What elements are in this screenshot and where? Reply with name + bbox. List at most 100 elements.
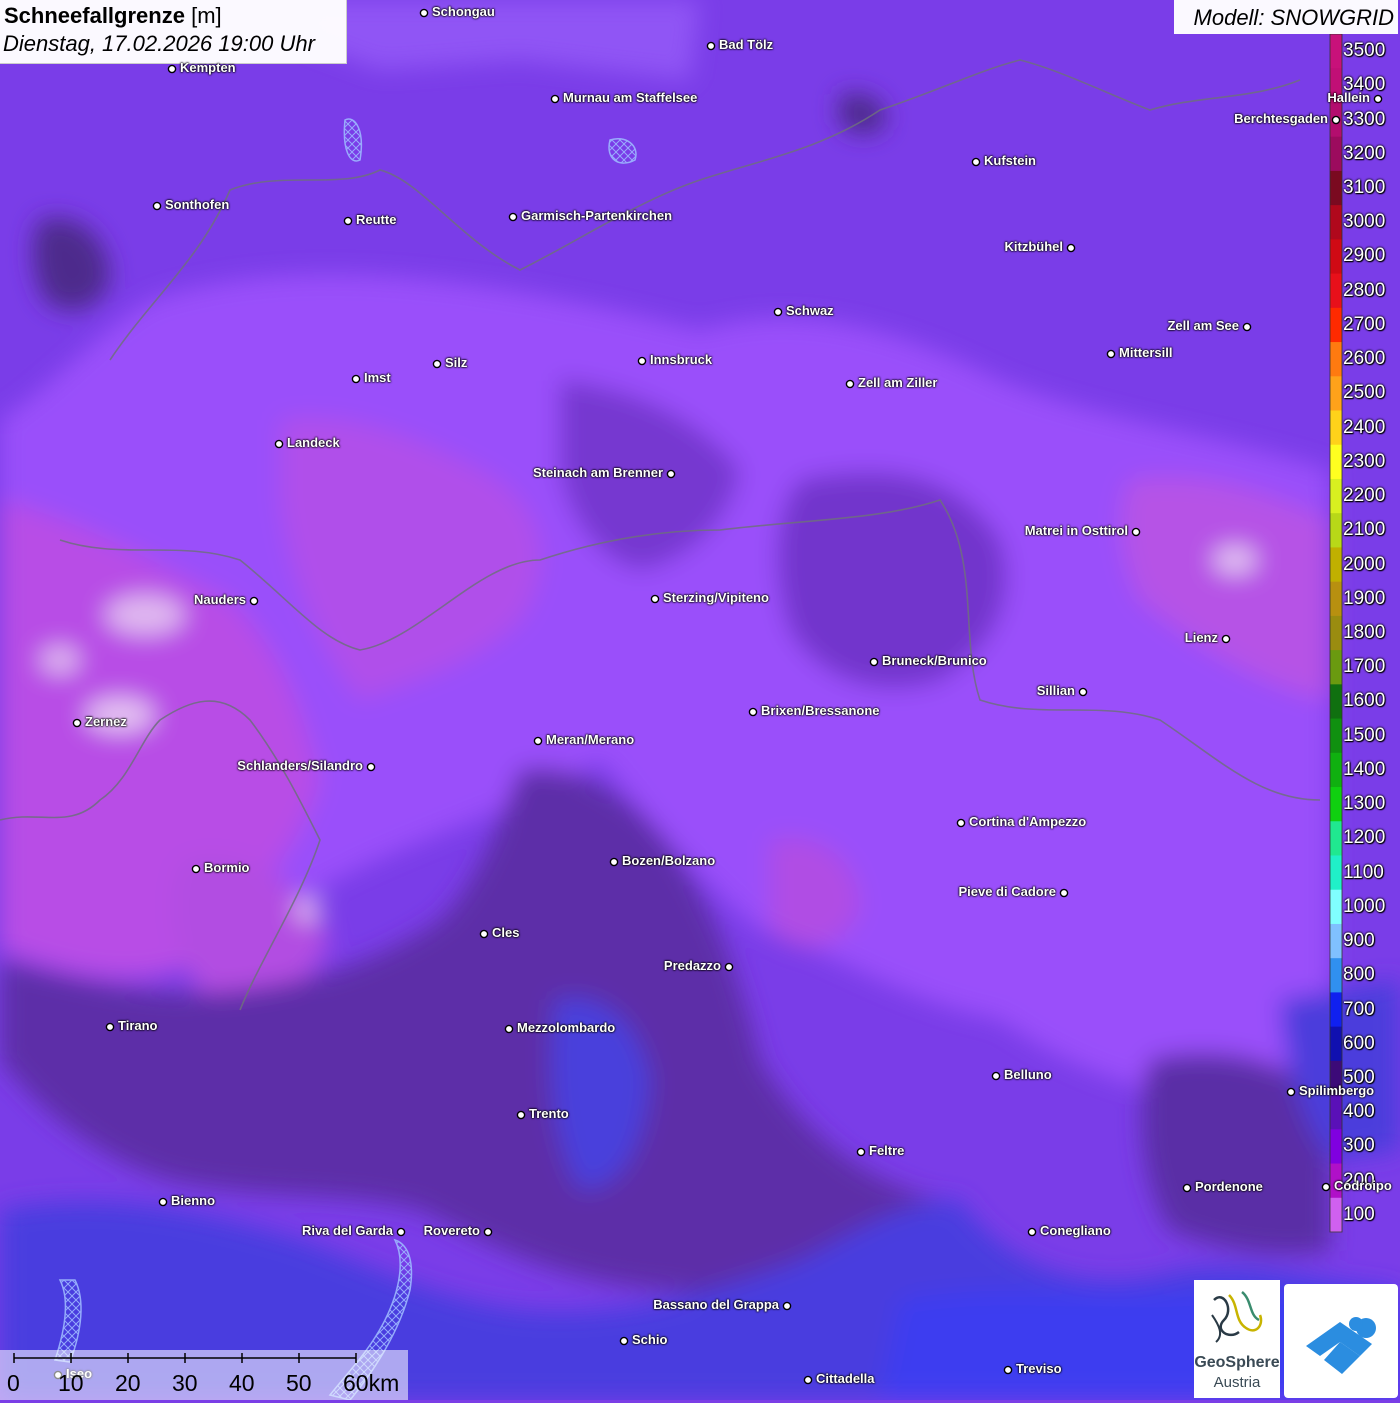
- city-label[interactable]: Innsbruck: [650, 353, 712, 367]
- city-label[interactable]: Imst: [364, 371, 391, 385]
- city-label[interactable]: Brixen/Bressanone: [761, 704, 880, 718]
- city-label[interactable]: Conegliano: [1040, 1224, 1111, 1238]
- city-label[interactable]: Kitzbühel: [1005, 240, 1064, 254]
- city-marker[interactable]: [869, 657, 879, 667]
- city-label[interactable]: Bienno: [171, 1194, 215, 1208]
- city-label[interactable]: Treviso: [1016, 1362, 1062, 1376]
- city-label[interactable]: Sterzing/Vipiteno: [663, 591, 769, 605]
- city-label[interactable]: Nauders: [194, 593, 246, 607]
- city-marker[interactable]: [1027, 1227, 1037, 1237]
- city-marker[interactable]: [479, 929, 489, 939]
- city-label[interactable]: Murnau am Staffelsee: [563, 91, 697, 105]
- city-marker[interactable]: [1059, 888, 1069, 898]
- city-label[interactable]: Zell am Ziller: [858, 376, 937, 390]
- city-marker[interactable]: [666, 469, 676, 479]
- city-label[interactable]: Pieve di Cadore: [958, 885, 1056, 899]
- city-marker[interactable]: [1106, 349, 1116, 359]
- city-label[interactable]: Bozen/Bolzano: [622, 854, 715, 868]
- city-marker[interactable]: [1182, 1183, 1192, 1193]
- city-label[interactable]: Zell am See: [1167, 319, 1239, 333]
- city-marker[interactable]: [508, 212, 518, 222]
- app-logo[interactable]: [1284, 1284, 1398, 1398]
- city-marker[interactable]: [724, 962, 734, 972]
- city-marker[interactable]: [504, 1024, 514, 1034]
- city-label[interactable]: Sillian: [1037, 684, 1075, 698]
- city-marker[interactable]: [845, 379, 855, 389]
- city-label[interactable]: Mezzolombardo: [517, 1021, 615, 1035]
- city-marker[interactable]: [483, 1227, 493, 1237]
- city-label[interactable]: Bassano del Grappa: [653, 1298, 779, 1312]
- city-marker[interactable]: [1321, 1182, 1331, 1192]
- city-marker[interactable]: [991, 1071, 1001, 1081]
- city-marker[interactable]: [1373, 94, 1383, 104]
- city-marker[interactable]: [249, 596, 259, 606]
- city-marker[interactable]: [748, 707, 758, 717]
- city-label[interactable]: Reutte: [356, 213, 396, 227]
- city-label[interactable]: Schwaz: [786, 304, 834, 318]
- city-marker[interactable]: [419, 8, 429, 18]
- city-marker[interactable]: [366, 762, 376, 772]
- city-label[interactable]: Hallein: [1327, 91, 1370, 105]
- city-marker[interactable]: [191, 864, 201, 874]
- city-marker[interactable]: [782, 1301, 792, 1311]
- city-label[interactable]: Kufstein: [984, 154, 1036, 168]
- city-label[interactable]: Bad Tölz: [719, 38, 773, 52]
- city-label[interactable]: Predazzo: [664, 959, 721, 973]
- city-marker[interactable]: [1242, 322, 1252, 332]
- city-label[interactable]: Berchtesgaden: [1234, 112, 1328, 126]
- city-label[interactable]: Sonthofen: [165, 198, 229, 212]
- city-label[interactable]: Schlanders/Silandro: [237, 759, 363, 773]
- city-label[interactable]: Mittersill: [1119, 346, 1172, 360]
- city-label[interactable]: Cortina d'Ampezzo: [969, 815, 1086, 829]
- city-marker[interactable]: [1003, 1365, 1013, 1375]
- city-label[interactable]: Landeck: [287, 436, 340, 450]
- city-marker[interactable]: [1078, 687, 1088, 697]
- city-marker[interactable]: [432, 359, 442, 369]
- city-marker[interactable]: [971, 157, 981, 167]
- city-label[interactable]: Bormio: [204, 861, 250, 875]
- city-label[interactable]: Meran/Merano: [546, 733, 634, 747]
- city-label[interactable]: Garmisch-Partenkirchen: [521, 209, 672, 223]
- city-label[interactable]: Feltre: [869, 1144, 904, 1158]
- city-label[interactable]: Cittadella: [816, 1372, 875, 1386]
- city-marker[interactable]: [773, 307, 783, 317]
- city-marker[interactable]: [152, 201, 162, 211]
- city-label[interactable]: Lienz: [1185, 631, 1218, 645]
- city-label[interactable]: Schio: [632, 1333, 667, 1347]
- city-label[interactable]: Tirano: [118, 1019, 158, 1033]
- city-label[interactable]: Kempten: [180, 61, 236, 75]
- city-marker[interactable]: [856, 1147, 866, 1157]
- city-marker[interactable]: [158, 1197, 168, 1207]
- city-label[interactable]: Schongau: [432, 5, 495, 19]
- city-label[interactable]: Trento: [529, 1107, 569, 1121]
- city-marker[interactable]: [167, 64, 177, 74]
- city-label[interactable]: Pordenone: [1195, 1180, 1263, 1194]
- city-marker[interactable]: [1221, 634, 1231, 644]
- city-marker[interactable]: [619, 1336, 629, 1346]
- city-marker[interactable]: [343, 216, 353, 226]
- city-label[interactable]: Bruneck/Brunico: [882, 654, 987, 668]
- city-marker[interactable]: [72, 718, 82, 728]
- city-label[interactable]: Rovereto: [424, 1224, 480, 1238]
- city-marker[interactable]: [650, 594, 660, 604]
- city-label[interactable]: Belluno: [1004, 1068, 1052, 1082]
- city-marker[interactable]: [274, 439, 284, 449]
- city-marker[interactable]: [550, 94, 560, 104]
- city-marker[interactable]: [1131, 527, 1141, 537]
- city-label[interactable]: Steinach am Brenner: [533, 466, 663, 480]
- city-marker[interactable]: [351, 374, 361, 384]
- city-marker[interactable]: [533, 736, 543, 746]
- city-marker[interactable]: [105, 1022, 115, 1032]
- city-label[interactable]: Spilimbergo: [1299, 1084, 1374, 1098]
- city-label[interactable]: Matrei in Osttirol: [1025, 524, 1128, 538]
- city-marker[interactable]: [803, 1375, 813, 1385]
- city-marker[interactable]: [1286, 1087, 1296, 1097]
- city-marker[interactable]: [609, 857, 619, 867]
- city-marker[interactable]: [396, 1227, 406, 1237]
- city-marker[interactable]: [516, 1110, 526, 1120]
- city-marker[interactable]: [637, 356, 647, 366]
- city-marker[interactable]: [1066, 243, 1076, 253]
- city-label[interactable]: Riva del Garda: [302, 1224, 393, 1238]
- city-marker[interactable]: [1331, 115, 1341, 125]
- city-label[interactable]: Silz: [445, 356, 467, 370]
